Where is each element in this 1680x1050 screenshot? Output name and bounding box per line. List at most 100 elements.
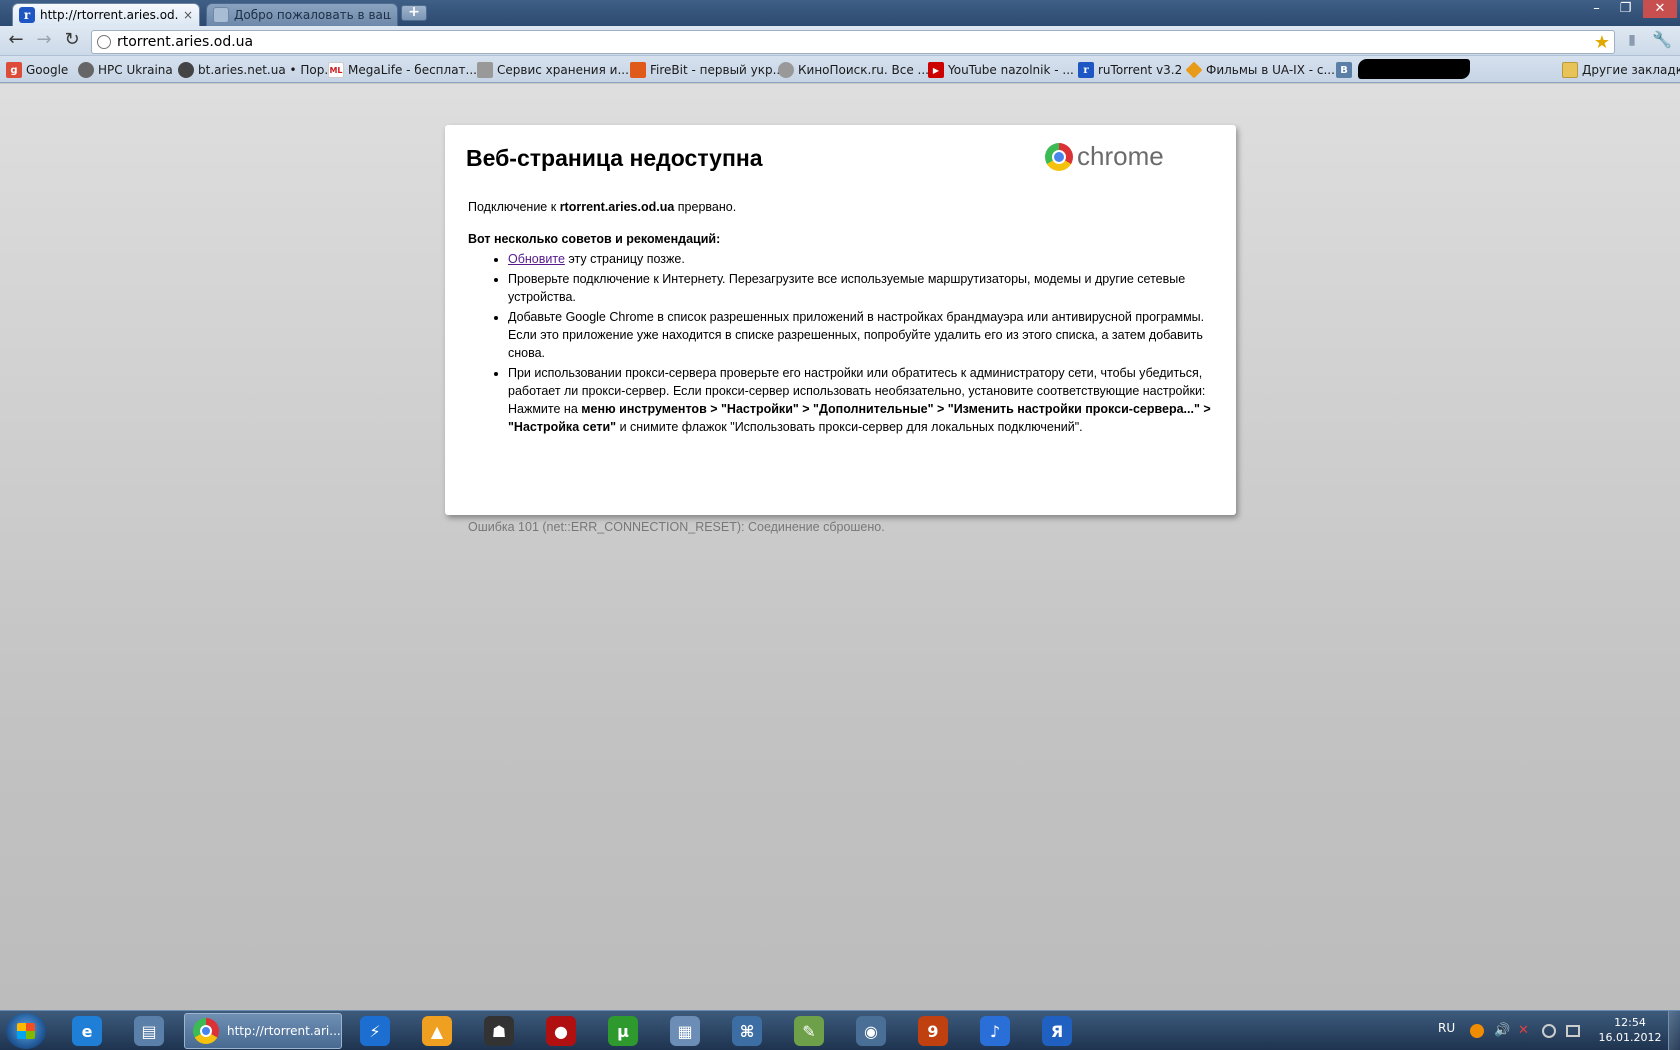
page-content: Веб-страница недоступна chrome Подключен… [0,84,1680,1010]
bookmark-rutorrent[interactable]: r ruTorrent v3.2 [1078,61,1182,79]
wrench-menu-button[interactable]: 🔧 [1650,30,1674,52]
back-button[interactable]: ← [4,30,28,52]
bookmark-hpc-ukraina[interactable]: HPC Ukraina [78,61,173,79]
error-message-suffix: прервано. [674,200,737,214]
title-bar: r http://rtorrent.aries.od.ua/ × Добро п… [0,0,1680,26]
mic-icon: ● [546,1016,576,1046]
tip-check-connection: Проверьте подключение к Интернету. Перез… [508,270,1222,306]
calculator-icon: ▦ [670,1016,700,1046]
taskbar-app-button[interactable]: ⌘ [722,1014,772,1048]
forward-button[interactable]: → [32,30,56,52]
tab-title: http://rtorrent.aries.od.ua/ [40,8,179,22]
bookmark-youtube[interactable]: ▶ YouTube nazolnik - ... [928,61,1074,79]
google-icon: g [6,62,22,78]
utorrent-icon: µ [608,1016,638,1046]
minimize-button[interactable]: – [1583,0,1610,18]
bookmark-firebit[interactable]: FireBit - первый укр... [630,61,784,79]
taskbar-app-button[interactable]: ⚡ [350,1014,400,1048]
ie-icon: e [72,1016,102,1046]
network-status-icon[interactable]: ✕ [1518,1023,1529,1038]
globe-app-icon: ◉ [856,1016,886,1046]
start-button[interactable] [6,1013,46,1049]
clock-time: 12:54 [1614,1016,1646,1029]
new-tab-button[interactable]: + [401,5,427,21]
taskbar-window-label: http://rtorrent.ari... [227,1024,341,1038]
tray-app-icon[interactable] [1470,1024,1484,1038]
rtorrent-favicon-icon: r [19,7,35,23]
film-reel-icon [778,62,794,78]
taskbar-app-button[interactable]: 9 [908,1014,958,1048]
globe-icon [97,35,111,49]
tip-reload: Обновите эту страницу позже. [508,250,1222,268]
taskbar-app-button[interactable]: ♪ [970,1014,1020,1048]
taskbar-app-button[interactable]: ● [536,1014,586,1048]
taskbar-app-button[interactable]: Я [1032,1014,1082,1048]
action-center-icon[interactable] [1566,1025,1580,1037]
bookmark-star-icon[interactable]: ★ [1594,32,1610,53]
reload-button[interactable]: ↻ [60,30,84,52]
bookmark-google[interactable]: g Google [6,61,68,79]
language-indicator[interactable]: RU [1438,1021,1455,1035]
clock-tray-icon[interactable] [1542,1024,1556,1038]
diamond-icon [1185,61,1203,79]
taskbar-app-button[interactable]: ✎ [784,1014,834,1048]
fire-icon [630,62,646,78]
taskbar: http://rtorrent.ari... RU 🔊 ✕ 12:54 16.0… [0,1010,1680,1050]
bookmark-megalife[interactable]: ML MegaLife - бесплат... [328,61,477,79]
notes-icon: ✎ [794,1016,824,1046]
bookmark-films-uaix[interactable]: Фильмы в UA-IX - с... [1185,61,1335,79]
game-icon: ☗ [484,1016,514,1046]
tip-text: эту страницу позже. [564,252,685,266]
tab-welcome[interactable]: Добро пожаловать в ваш... [206,3,398,26]
clock-date: 16.01.2012 [1598,1031,1662,1044]
chrome-icon [193,1018,219,1044]
taskbar-app-button[interactable]: ▦ [660,1014,710,1048]
bookmark-bt-aries[interactable]: bt.aries.net.ua • Пор... [178,61,336,79]
taskbar-app-button[interactable]: µ [598,1014,648,1048]
clock[interactable]: 12:54 16.01.2012 [1590,1015,1670,1045]
taskbar-app-button[interactable]: ▲ [412,1014,462,1048]
tip-text: и снимите флажок "Использовать прокси-се… [616,420,1083,434]
megalife-icon: ML [328,62,344,78]
volume-icon[interactable]: 🔊 [1494,1023,1510,1038]
error-code: Ошибка 101 (net::ERR_CONNECTION_RESET): … [468,520,885,534]
cloud-icon [477,62,493,78]
bird-app-icon: 9 [918,1016,948,1046]
youtube-icon: ▶ [928,62,944,78]
tab-title: Добро пожаловать в ваш... [234,8,391,22]
bookmark-storage-service[interactable]: Сервис хранения и... [477,61,629,79]
chrome-icon [1045,142,1073,171]
taskbar-app-button[interactable]: e [62,1014,112,1048]
address-bar[interactable]: rtorrent.aries.od.ua ★ [91,30,1615,54]
error-panel: Веб-страница недоступна chrome Подключен… [445,125,1236,534]
close-tab-icon[interactable]: × [183,8,193,22]
tab-rtorrent[interactable]: r http://rtorrent.aries.od.ua/ × [12,3,200,26]
bookmark-kinopoisk[interactable]: КиноПоиск.ru. Все ... [778,61,929,79]
taskbar-app-button[interactable]: ☗ [474,1014,524,1048]
error-message-prefix: Подключение к [468,200,560,214]
other-bookmarks-button[interactable]: Другие закладки [1562,61,1680,79]
folder-icon [1562,62,1578,78]
itunes-icon: ♪ [980,1016,1010,1046]
redacted-bookmark [1358,59,1470,79]
restore-button[interactable]: ❐ [1612,0,1639,18]
bookmark-vk[interactable]: B [1336,61,1356,79]
site-icon [178,62,194,78]
taskbar-app-button[interactable]: ◉ [846,1014,896,1048]
extension-signal-icon[interactable]: ▮ [1620,30,1644,52]
chrome-wordmark: chrome [1077,141,1164,171]
taskbar-app-button[interactable]: ▤ [124,1014,174,1048]
show-desktop-button[interactable] [1668,1011,1680,1050]
vk-icon: B [1336,62,1352,78]
address-text[interactable]: rtorrent.aries.od.ua [117,34,253,50]
close-window-button[interactable]: ✕ [1643,0,1677,18]
tips-list: Обновите эту страницу позже. Проверьте п… [508,250,1222,438]
tips-heading: Вот несколько советов и рекомендаций: [468,232,721,246]
yandex-icon: Я [1042,1016,1072,1046]
tip-proxy: При использовании прокси-сервера проверь… [508,364,1222,436]
reload-link[interactable]: Обновите [508,252,565,266]
network-icon: ⌘ [732,1016,762,1046]
taskbar-chrome-window[interactable]: http://rtorrent.ari... [184,1013,342,1049]
page-favicon-icon [213,7,229,23]
globe-icon [78,62,94,78]
